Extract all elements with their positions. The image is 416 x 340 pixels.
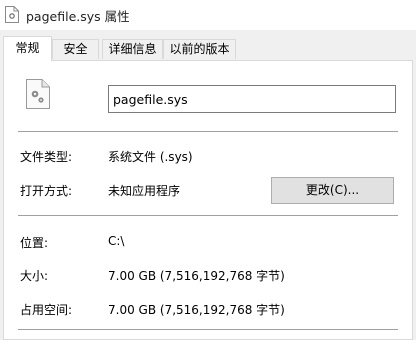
tab-security[interactable]: 安全 xyxy=(52,39,99,59)
system-file-icon xyxy=(26,79,50,109)
separator xyxy=(18,215,398,216)
tab-details[interactable]: 详细信息 xyxy=(102,39,163,59)
location-value: C:\ xyxy=(108,234,125,248)
change-button[interactable]: 更改(C)... xyxy=(271,177,394,204)
size-on-disk-value: 7.00 GB (7,516,192,768 字节) xyxy=(108,303,285,317)
tab-general[interactable]: 常规 xyxy=(3,36,52,61)
location-label: 位置: xyxy=(20,236,49,250)
opens-with-value: 未知应用程序 xyxy=(108,184,181,198)
opens-with-label: 打开方式: xyxy=(20,184,73,198)
separator xyxy=(18,329,398,330)
file-name-field[interactable] xyxy=(108,85,396,113)
general-panel: 文件类型: 系统文件 (.sys) 打开方式: 未知应用程序 更改(C)... … xyxy=(3,60,413,340)
size-value: 7.00 GB (7,516,192,768 字节) xyxy=(108,269,285,283)
file-type-label: 文件类型: xyxy=(20,150,73,164)
file-icon xyxy=(5,6,19,23)
separator xyxy=(18,131,398,132)
window-title: pagefile.sys 属性 xyxy=(26,9,130,24)
title-bar: pagefile.sys 属性 xyxy=(0,0,416,30)
size-on-disk-label: 占用空间: xyxy=(20,303,73,317)
tab-strip: 常规 安全 详细信息 以前的版本 xyxy=(0,36,416,61)
size-label: 大小: xyxy=(20,269,49,283)
tab-previous-versions[interactable]: 以前的版本 xyxy=(163,39,236,59)
file-type-value: 系统文件 (.sys) xyxy=(108,150,193,164)
